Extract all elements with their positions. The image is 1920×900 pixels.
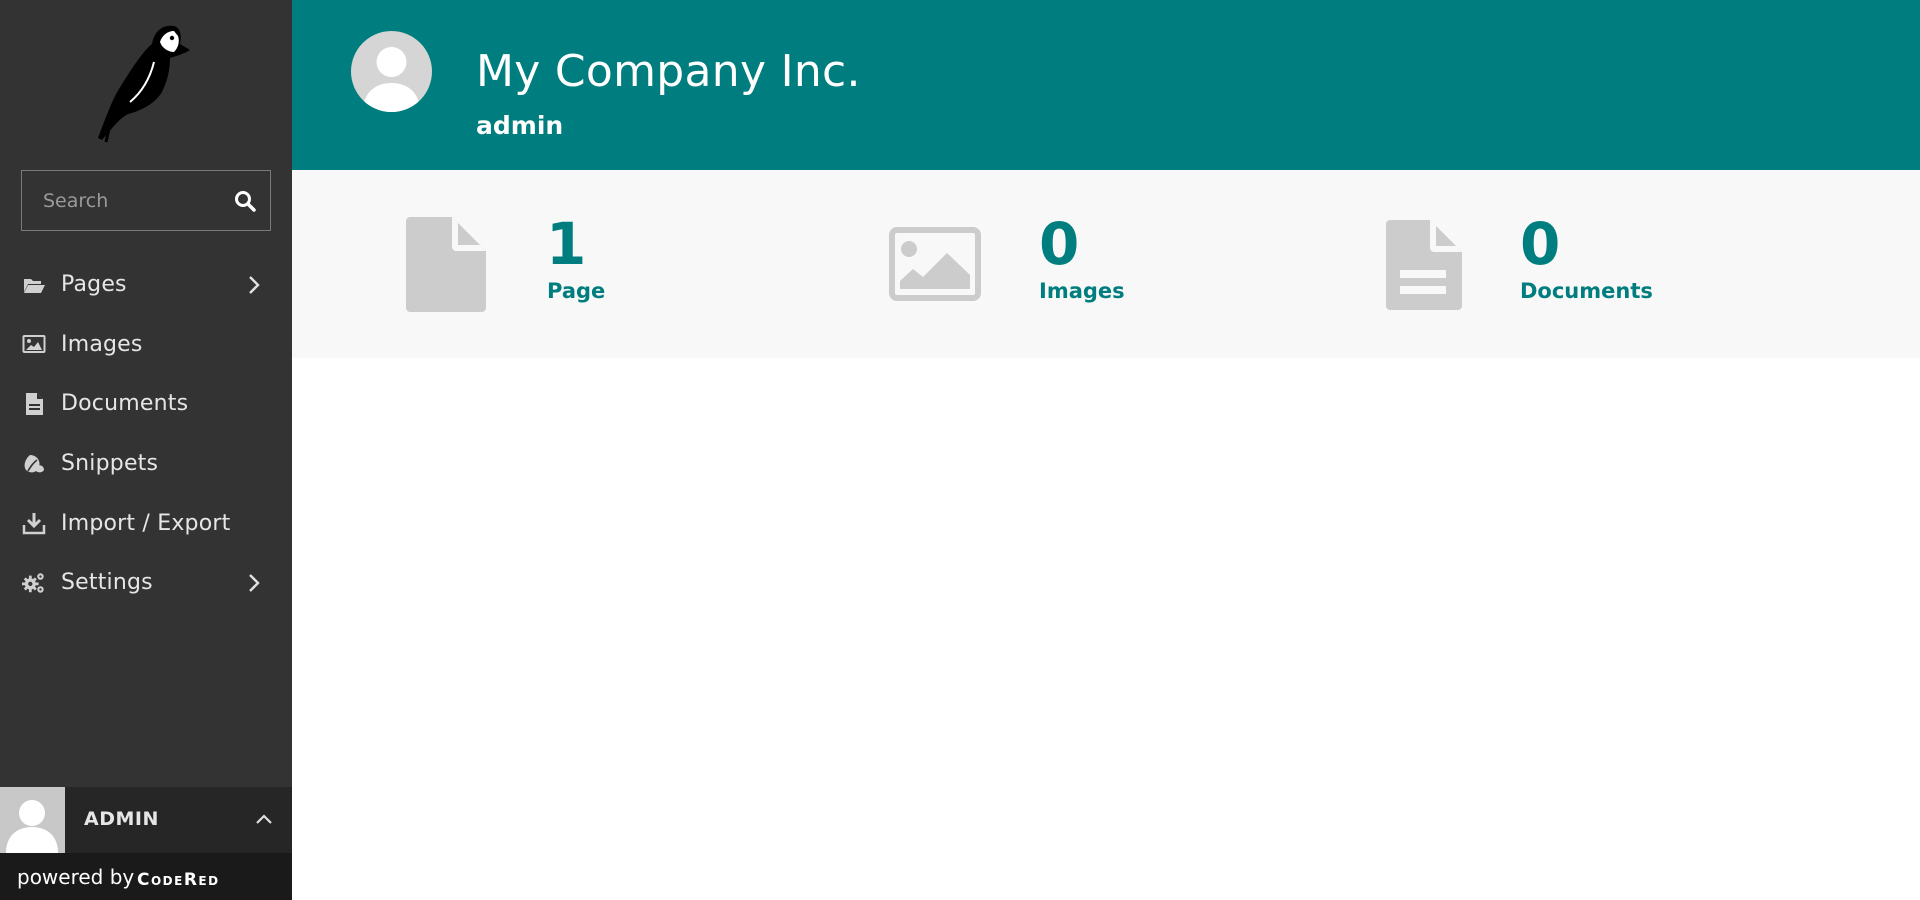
- folder-open-icon: [24, 278, 45, 293]
- chevron-right-icon: [249, 573, 260, 592]
- user-icon: [6, 800, 58, 853]
- search-box: [21, 170, 271, 231]
- sidebar-item-settings[interactable]: Settings: [0, 553, 292, 613]
- stat-label: Documents: [1520, 279, 1653, 303]
- image-icon: [22, 335, 46, 354]
- sidebar-item-pages[interactable]: Pages: [0, 255, 292, 315]
- powered-by-footer: powered by CodeRed: [0, 853, 292, 900]
- sidebar-item-documents[interactable]: Documents: [0, 374, 292, 434]
- sidebar-item-snippets[interactable]: Snippets: [0, 434, 292, 494]
- chevron-up-icon[interactable]: [254, 809, 274, 829]
- stat-count: 0: [1520, 210, 1561, 278]
- document-icon: [26, 392, 43, 415]
- chevron-right-icon: [249, 275, 260, 294]
- sidebar-item-label: Settings: [61, 570, 153, 596]
- stat-count: 0: [1039, 210, 1080, 278]
- snippet-icon: [24, 454, 44, 472]
- sidebar-item-label: Images: [61, 331, 143, 357]
- sidebar-item-label: Import / Export: [61, 510, 231, 536]
- search-input[interactable]: [22, 171, 222, 230]
- summary-panel: 1 Page 0 Images 0 Documents: [292, 170, 1920, 358]
- avatar: [0, 787, 65, 853]
- account-name: ADMIN: [84, 808, 159, 830]
- stat-documents[interactable]: 0 Documents: [1386, 170, 1706, 358]
- user-icon: [363, 47, 420, 112]
- user-name: admin: [476, 111, 564, 140]
- wagtail-bird-logo[interactable]: [92, 22, 202, 146]
- document-icon: [1386, 220, 1462, 310]
- stat-label: Images: [1039, 279, 1125, 303]
- stat-label: Page: [547, 279, 606, 303]
- image-icon: [889, 227, 981, 301]
- sidebar-menu: Pages Images Documents Snippets Import /…: [0, 255, 292, 613]
- sidebar: Pages Images Documents: [0, 0, 292, 900]
- codered-brand[interactable]: CodeRed: [137, 870, 220, 890]
- powered-by-text: powered by: [17, 865, 135, 889]
- page-icon: [406, 217, 486, 312]
- site-name: My Company Inc.: [476, 46, 861, 97]
- account-menu[interactable]: ADMIN: [0, 787, 292, 853]
- sidebar-item-images[interactable]: Images: [0, 315, 292, 375]
- main-content-area: [292, 358, 1920, 900]
- sidebar-item-import-export[interactable]: Import / Export: [0, 493, 292, 553]
- stat-count: 1: [546, 210, 587, 278]
- stat-pages[interactable]: 1 Page: [406, 170, 706, 358]
- cogs-icon: [22, 573, 44, 593]
- download-icon: [22, 513, 46, 535]
- stat-images[interactable]: 0 Images: [889, 170, 1209, 358]
- avatar: [351, 31, 432, 112]
- dashboard-header: My Company Inc. admin: [292, 0, 1920, 170]
- sidebar-item-label: Snippets: [61, 451, 159, 477]
- search-icon[interactable]: [232, 188, 258, 214]
- sidebar-item-label: Pages: [61, 272, 127, 298]
- sidebar-item-label: Documents: [61, 391, 189, 417]
